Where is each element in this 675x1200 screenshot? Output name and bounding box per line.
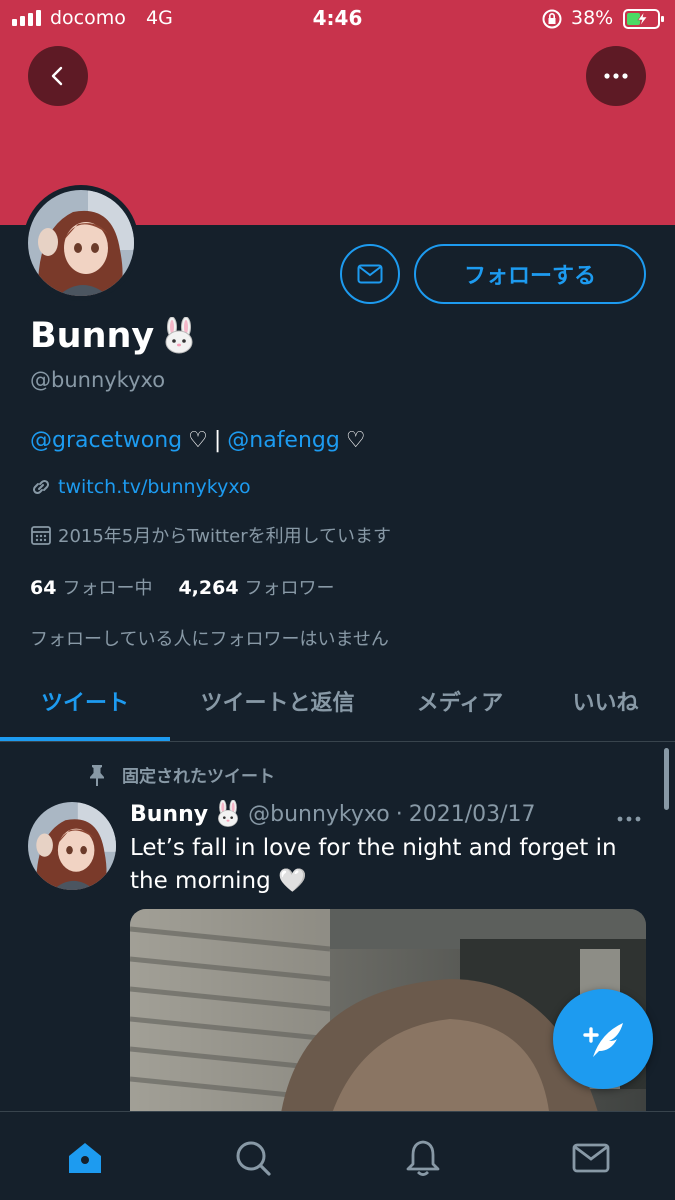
battery-icon xyxy=(623,8,665,35)
bio-mention-link[interactable]: @nafengg xyxy=(227,428,340,453)
profile-handle: @bunnykyxo xyxy=(30,368,166,392)
mutual-followers-note: フォローしている人にフォロワーはいません xyxy=(30,629,389,650)
following-count[interactable]: 64 xyxy=(30,577,56,599)
nav-search[interactable] xyxy=(231,1136,275,1180)
pin-icon xyxy=(90,764,104,786)
following-label[interactable]: フォロー中 xyxy=(62,574,152,600)
bio-heart: ♡ xyxy=(188,428,208,453)
profile-avatar[interactable] xyxy=(23,185,139,301)
active-tab-indicator xyxy=(0,737,170,741)
mail-icon xyxy=(572,1143,610,1173)
profile-joined-date: 2015年5月からTwitterを利用しています xyxy=(58,526,392,547)
tab-tweets[interactable]: ツイート xyxy=(0,660,170,742)
ellipsis-icon xyxy=(604,73,628,79)
followers-count[interactable]: 4,264 xyxy=(178,577,238,599)
compose-tweet-button[interactable] xyxy=(553,989,653,1089)
nav-home[interactable] xyxy=(63,1136,107,1180)
tab-likes[interactable]: いいね xyxy=(548,660,663,742)
pinned-tweet-label: 固定されたツイート xyxy=(86,762,275,787)
tab-tweets-and-replies[interactable]: ツイートと返信 xyxy=(180,660,375,742)
profile-name-row: Bunny xyxy=(30,316,198,356)
nav-messages[interactable] xyxy=(569,1136,613,1180)
compose-feather-icon xyxy=(583,1023,623,1057)
tweet-author-avatar[interactable] xyxy=(28,802,116,890)
tweet-date[interactable]: 2021/03/17 xyxy=(409,802,536,827)
bio-mention-link[interactable]: @gracetwong xyxy=(30,428,182,453)
profile-website-link[interactable]: twitch.tv/bunnykyxo xyxy=(58,476,251,498)
bell-icon xyxy=(406,1140,440,1176)
tweet-author-handle[interactable]: @bunnykyxo xyxy=(248,802,390,827)
tab-media[interactable]: メディア xyxy=(395,660,525,742)
ellipsis-icon xyxy=(617,816,641,822)
more-options-button[interactable] xyxy=(586,46,646,106)
rotation-lock-icon xyxy=(541,8,563,35)
calendar-icon xyxy=(31,526,51,545)
follow-counts: 64 フォロー中 4,264 フォロワー xyxy=(30,574,335,600)
status-bar: docomo 4G 4:46 38% xyxy=(0,0,675,38)
tweet-header: Bunny @bunnykyxo · 2021/03/17 xyxy=(130,800,536,828)
pinned-label-text: 固定されたツイート xyxy=(122,767,275,787)
bottom-nav xyxy=(0,1111,675,1200)
tweet-author-name[interactable]: Bunny xyxy=(130,802,208,827)
scrollbar[interactable] xyxy=(664,748,669,810)
profile-bio: @gracetwong ♡ | @nafengg ♡ xyxy=(30,428,366,453)
profile-website-row: twitch.tv/bunnykyxo xyxy=(30,476,251,498)
rabbit-face-icon xyxy=(218,800,239,827)
profile-joined-row: 2015年5月からTwitterを利用しています xyxy=(30,522,391,548)
follow-button[interactable]: フォローする xyxy=(414,244,646,304)
tweet-more-button[interactable] xyxy=(616,808,642,827)
bio-heart: ♡ xyxy=(345,428,366,453)
mail-icon xyxy=(357,264,383,284)
nav-notifications[interactable] xyxy=(401,1136,445,1180)
search-icon xyxy=(236,1141,271,1176)
profile-name: Bunny xyxy=(30,316,155,356)
followers-label[interactable]: フォロワー xyxy=(245,574,335,600)
back-arrow-icon xyxy=(51,66,63,86)
profile-tabs: ツイート ツイートと返信 メディア いいね xyxy=(0,660,675,742)
message-button[interactable] xyxy=(340,244,400,304)
link-icon xyxy=(32,479,50,495)
tweet-text: Let’s fall in love for the night and for… xyxy=(130,835,617,894)
home-icon xyxy=(69,1143,101,1173)
tweet-meta-dot: · xyxy=(395,801,403,827)
battery-percent: 38% xyxy=(571,7,614,29)
rabbit-face-icon xyxy=(165,317,193,354)
back-button[interactable] xyxy=(28,46,88,106)
bio-separator: | xyxy=(213,428,222,453)
